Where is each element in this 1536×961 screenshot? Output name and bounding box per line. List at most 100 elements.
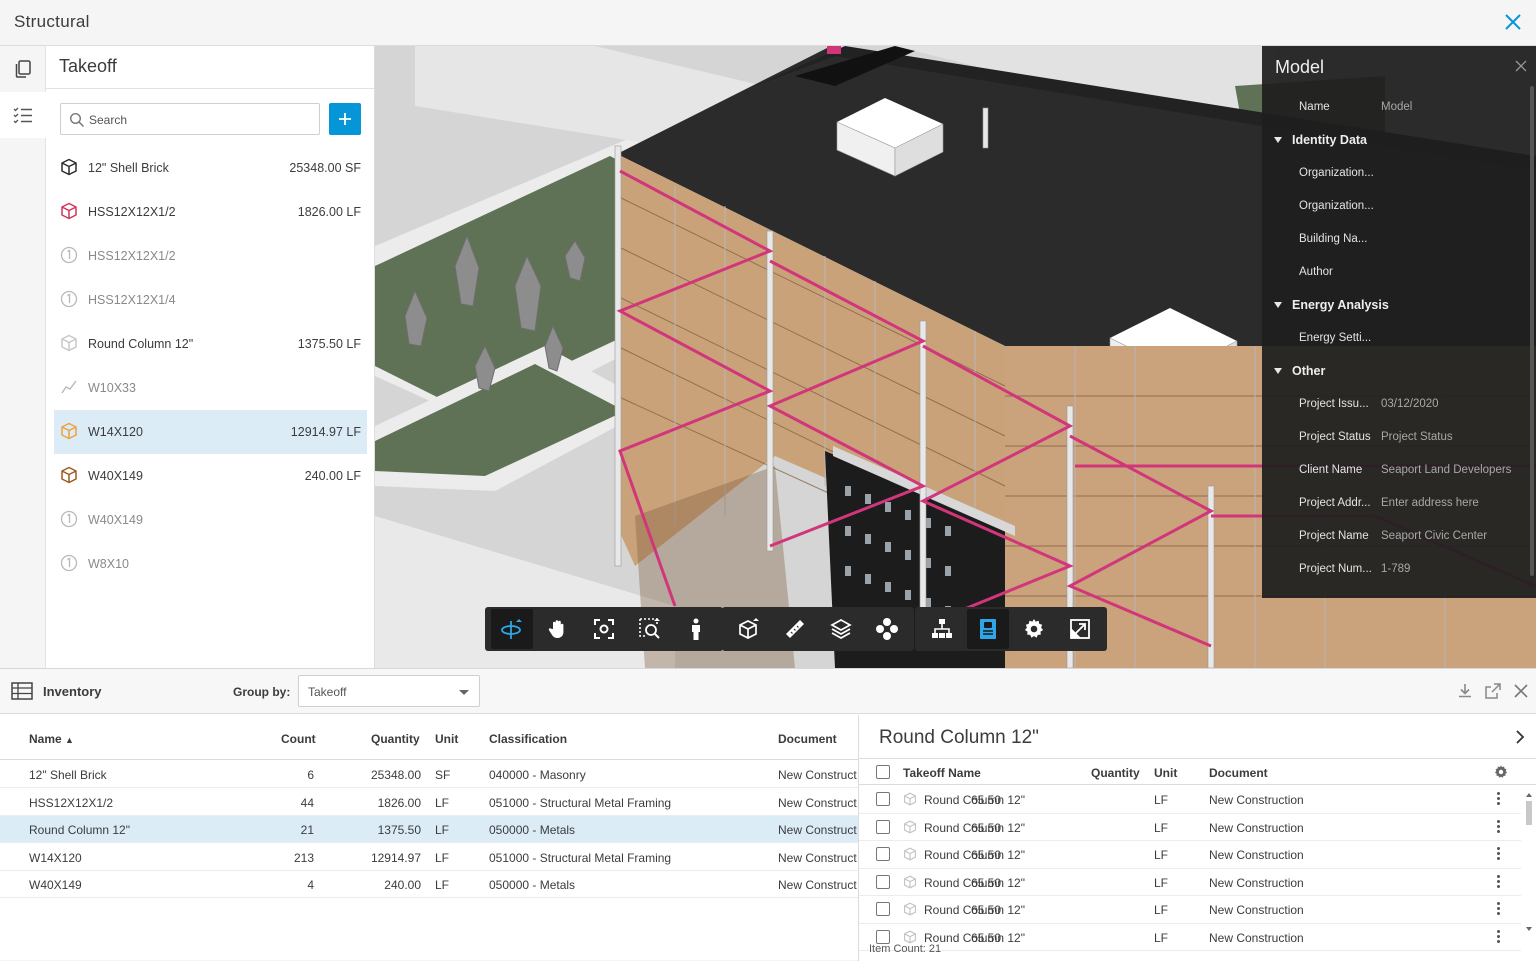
column-quantity[interactable]: Quantity xyxy=(1091,766,1140,780)
explode-icon[interactable] xyxy=(866,609,908,649)
property-row[interactable]: Client Name Seaport Land Developers xyxy=(1262,454,1536,487)
property-row[interactable]: Project Issu... 03/12/2020 xyxy=(1262,388,1536,421)
property-row[interactable]: Project Name Seaport Civic Center xyxy=(1262,520,1536,553)
measure-icon[interactable] xyxy=(774,609,816,649)
count-icon xyxy=(60,554,80,574)
close-icon[interactable] xyxy=(1500,9,1526,35)
takeoff-item[interactable]: W40X149 240.00 LF xyxy=(54,454,367,498)
takeoff-item[interactable]: HSS12X12X1/2 1826.00 LF xyxy=(54,190,367,234)
more-options-icon[interactable] xyxy=(1497,902,1501,917)
column-unit[interactable]: Unit xyxy=(435,732,458,746)
detail-row[interactable]: Round Column 12" 65.50 LF New Construction xyxy=(859,814,1521,841)
row-checkbox[interactable] xyxy=(876,874,890,889)
more-options-icon[interactable] xyxy=(1497,819,1501,835)
more-options-icon[interactable] xyxy=(1497,792,1501,807)
section-box-icon[interactable] xyxy=(728,609,770,649)
pop-out-icon[interactable] xyxy=(1484,682,1502,705)
property-row[interactable]: Project Status Project Status xyxy=(1262,421,1536,454)
search-field[interactable] xyxy=(60,103,320,135)
detail-row[interactable]: Round Column 12" 65.50 LF New Construction xyxy=(859,924,1521,951)
cube-icon xyxy=(60,158,80,178)
takeoff-item-name: HSS12X12X1/2 xyxy=(88,205,176,219)
property-row[interactable]: Author xyxy=(1262,256,1536,289)
detail-row[interactable]: Round Column 12" 65.50 LF New Construction xyxy=(859,869,1521,896)
chevron-right-icon[interactable] xyxy=(1514,729,1526,750)
column-name[interactable]: Name ▲ xyxy=(29,732,74,746)
takeoff-item[interactable]: W40X149 xyxy=(54,498,367,542)
add-takeoff-button[interactable] xyxy=(329,103,361,135)
takeoff-item-name: Round Column 12" xyxy=(88,337,194,351)
detail-row[interactable]: Round Column 12" 65.50 LF New Construction xyxy=(859,896,1521,924)
row-checkbox[interactable] xyxy=(876,847,890,861)
fit-to-view-icon[interactable] xyxy=(583,609,625,649)
model-browser-icon[interactable] xyxy=(921,609,963,649)
takeoff-item[interactable]: 12" Shell Brick 25348.00 SF xyxy=(54,146,367,190)
row-checkbox[interactable] xyxy=(876,792,890,806)
cell-document: New Construction xyxy=(1209,820,1304,835)
search-input[interactable] xyxy=(89,111,309,129)
property-row[interactable]: Organization... xyxy=(1262,157,1536,190)
property-row[interactable]: Project Addr... Enter address here xyxy=(1262,487,1536,520)
property-category[interactable]: Identity Data xyxy=(1262,124,1536,157)
cell-classification: 051000 - Structural Metal Framing xyxy=(489,795,672,810)
property-value: Seaport Civic Center xyxy=(1381,530,1488,542)
close-icon[interactable] xyxy=(1514,59,1528,78)
inventory-table: Name ▲ Count Quantity Unit Classificatio… xyxy=(0,715,858,961)
cell-name: W40X149 xyxy=(29,878,82,892)
documents-icon[interactable] xyxy=(0,46,46,92)
column-classification[interactable]: Classification xyxy=(489,732,567,746)
settings-gear-icon[interactable] xyxy=(1013,609,1055,649)
first-person-icon[interactable] xyxy=(675,609,717,649)
table-row[interactable]: HSS12X12X1/2 44 1826.00 LF 051000 - Structur… xyxy=(0,789,858,816)
cell-name: 12" Shell Brick xyxy=(29,768,107,782)
column-document[interactable]: Document xyxy=(1209,766,1268,780)
takeoff-item[interactable]: W10X33 xyxy=(54,366,367,410)
detail-row[interactable]: Round Column 12" 65.50 LF New Construction xyxy=(859,841,1521,869)
property-row[interactable]: Organization... xyxy=(1262,190,1536,223)
table-row[interactable]: Round Column 12" 21 1375.50 LF 050000 - Meta… xyxy=(0,816,858,843)
takeoff-item[interactable]: HSS12X12X1/4 xyxy=(54,278,367,322)
property-row[interactable]: Name Model xyxy=(1262,91,1536,124)
property-category[interactable]: Energy Analysis xyxy=(1262,289,1536,322)
column-takeoff-name[interactable]: Takeoff Name xyxy=(903,766,981,780)
row-checkbox[interactable] xyxy=(876,819,890,834)
column-count[interactable]: Count xyxy=(281,732,316,746)
property-row[interactable]: Project Num... 1-789 xyxy=(1262,553,1536,586)
layers-icon[interactable] xyxy=(820,609,862,649)
takeoff-item[interactable]: HSS12X12X1/2 xyxy=(54,234,367,278)
orbit-icon[interactable] xyxy=(491,609,533,649)
column-quantity[interactable]: Quantity xyxy=(371,732,420,746)
cell-classification: 051000 - Structural Metal Framing xyxy=(489,850,672,865)
properties-icon[interactable] xyxy=(967,609,1009,649)
takeoff-item[interactable]: W8X10 xyxy=(54,542,367,586)
column-unit[interactable]: Unit xyxy=(1154,766,1177,780)
cell-unit: LF xyxy=(435,878,450,892)
select-all-checkbox[interactable] xyxy=(876,765,890,779)
more-options-icon[interactable] xyxy=(1497,874,1501,890)
scrollbar[interactable] xyxy=(1522,787,1536,937)
more-options-icon[interactable] xyxy=(1497,929,1501,945)
gear-icon[interactable] xyxy=(1493,764,1509,785)
column-document[interactable]: Document xyxy=(778,732,837,746)
close-icon[interactable] xyxy=(1512,682,1530,705)
takeoff-list-icon[interactable] xyxy=(0,92,46,138)
table-row[interactable]: W14X120 213 12914.97 LF 051000 - Structural … xyxy=(0,844,858,871)
table-row[interactable]: 12" Shell Brick 6 25348.00 SF 040000 - Mason… xyxy=(0,761,858,788)
takeoff-item[interactable]: Round Column 12" 1375.50 LF xyxy=(54,322,367,366)
detail-row[interactable]: Round Column 12" 65.50 LF New Construction xyxy=(859,786,1521,814)
property-row[interactable]: Building Na... xyxy=(1262,223,1536,256)
takeoff-item-name: W40X149 xyxy=(88,513,143,527)
pan-icon[interactable] xyxy=(537,609,579,649)
takeoff-item[interactable]: W14X120 12914.97 LF xyxy=(54,410,367,454)
download-icon[interactable] xyxy=(1456,682,1474,705)
table-row[interactable]: W40X149 4 240.00 LF 050000 - Metals New Const… xyxy=(0,871,858,898)
group-by-label: Group by: xyxy=(233,685,291,699)
property-row[interactable]: Energy Setti... xyxy=(1262,322,1536,355)
fullscreen-icon[interactable] xyxy=(1059,609,1101,649)
group-by-select[interactable]: Takeoff xyxy=(298,675,480,707)
row-checkbox[interactable] xyxy=(876,902,890,916)
property-category[interactable]: Other xyxy=(1262,355,1536,388)
row-checkbox[interactable] xyxy=(876,929,890,944)
more-options-icon[interactable] xyxy=(1497,847,1501,862)
zoom-window-icon[interactable] xyxy=(629,609,671,649)
